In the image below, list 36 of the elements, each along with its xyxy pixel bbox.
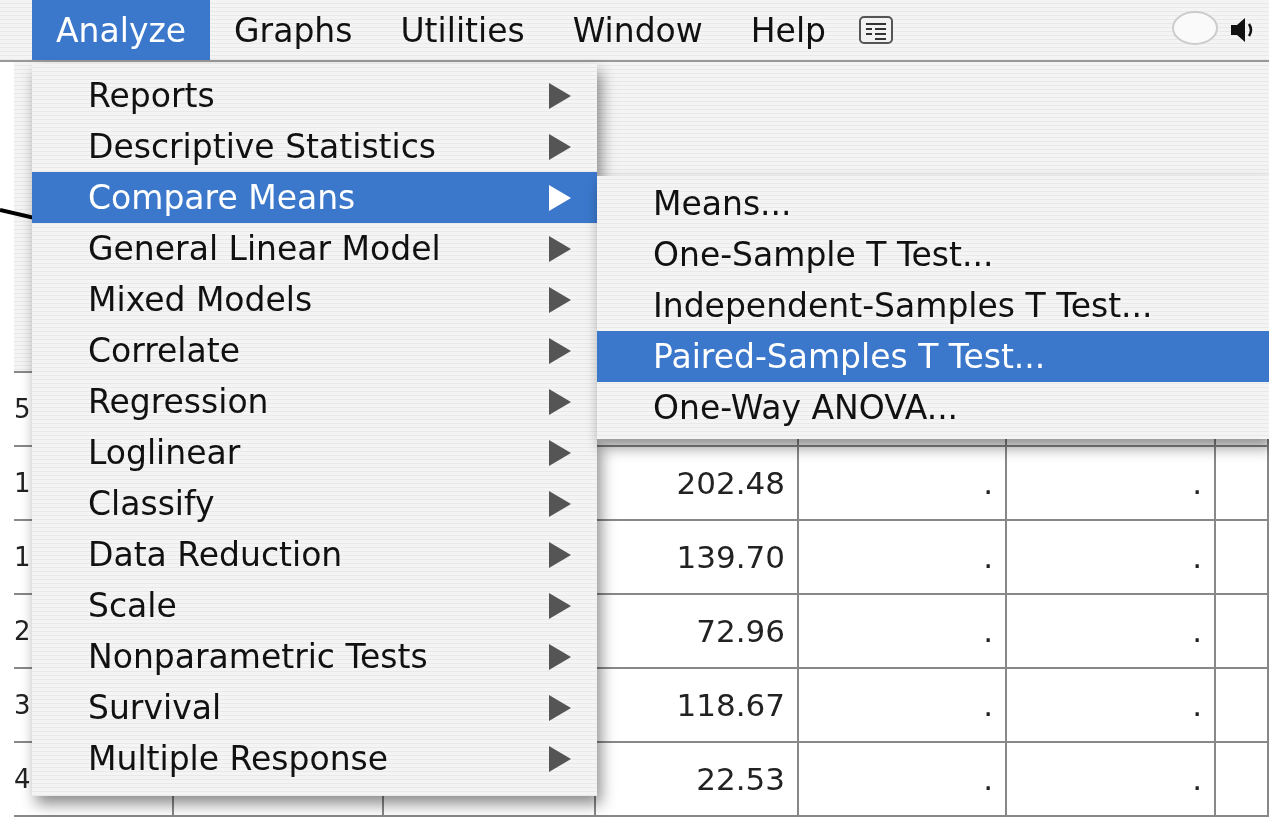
table-cell: . [799,743,1007,817]
table-cell: . [1007,521,1216,595]
menu-item[interactable]: Reports [32,70,597,121]
table-cell: . [799,669,1007,743]
menu-item[interactable]: Independent-Samples T Test... [597,280,1269,331]
submenu-arrow-icon [549,133,571,160]
submenu-arrow-icon [549,694,571,721]
submenu-arrow-icon [549,745,571,772]
table-cell: . [1007,595,1216,669]
list-window-icon[interactable] [858,15,895,45]
table-cell: . [799,447,1007,521]
submenu-arrow-icon [549,490,571,517]
menu-bar-item[interactable]: Help [726,0,851,60]
table-cell: . [799,595,1007,669]
menu-item[interactable]: One-Way ANOVA... [597,382,1269,433]
table-cell: . [1007,669,1216,743]
submenu-arrow-icon [549,439,571,466]
menu-bar-item[interactable]: Utilities [376,0,549,60]
menu-bar-item[interactable]: Window [548,0,727,60]
menu-item[interactable]: Paired-Samples T Test... [597,331,1269,382]
table-cell: . [799,521,1007,595]
submenu-arrow-icon [549,184,571,211]
speaker-icon[interactable] [1229,15,1255,45]
menu-item[interactable]: Means... [597,178,1269,229]
table-cell: . [1007,447,1216,521]
table-cell: . [1007,743,1216,817]
submenu-arrow-icon [549,592,571,619]
submenu-arrow-icon [549,541,571,568]
menu-bar-item[interactable]: Graphs [210,0,377,60]
submenu-arrow-icon [549,388,571,415]
menu-item[interactable]: Descriptive Statistics [32,121,597,172]
menu-bar-item[interactable]: Analyze [32,0,211,60]
submenu-arrow-icon [549,82,571,109]
menu-item[interactable]: One-Sample T Test... [597,229,1269,280]
menu-item[interactable]: Compare Means [32,172,597,223]
submenu-arrow-icon [549,643,571,670]
